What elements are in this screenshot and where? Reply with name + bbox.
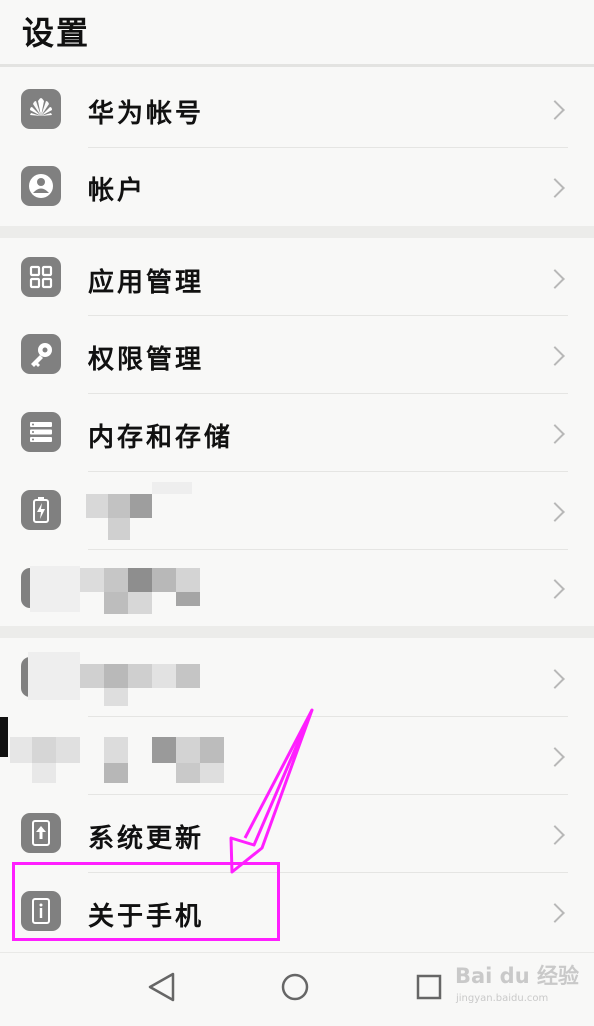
annotation-arrow <box>229 708 314 874</box>
baidu-watermark: Bai du 经验 <box>455 964 579 988</box>
watermark-url: jingyan.baidu.com <box>456 993 549 1004</box>
